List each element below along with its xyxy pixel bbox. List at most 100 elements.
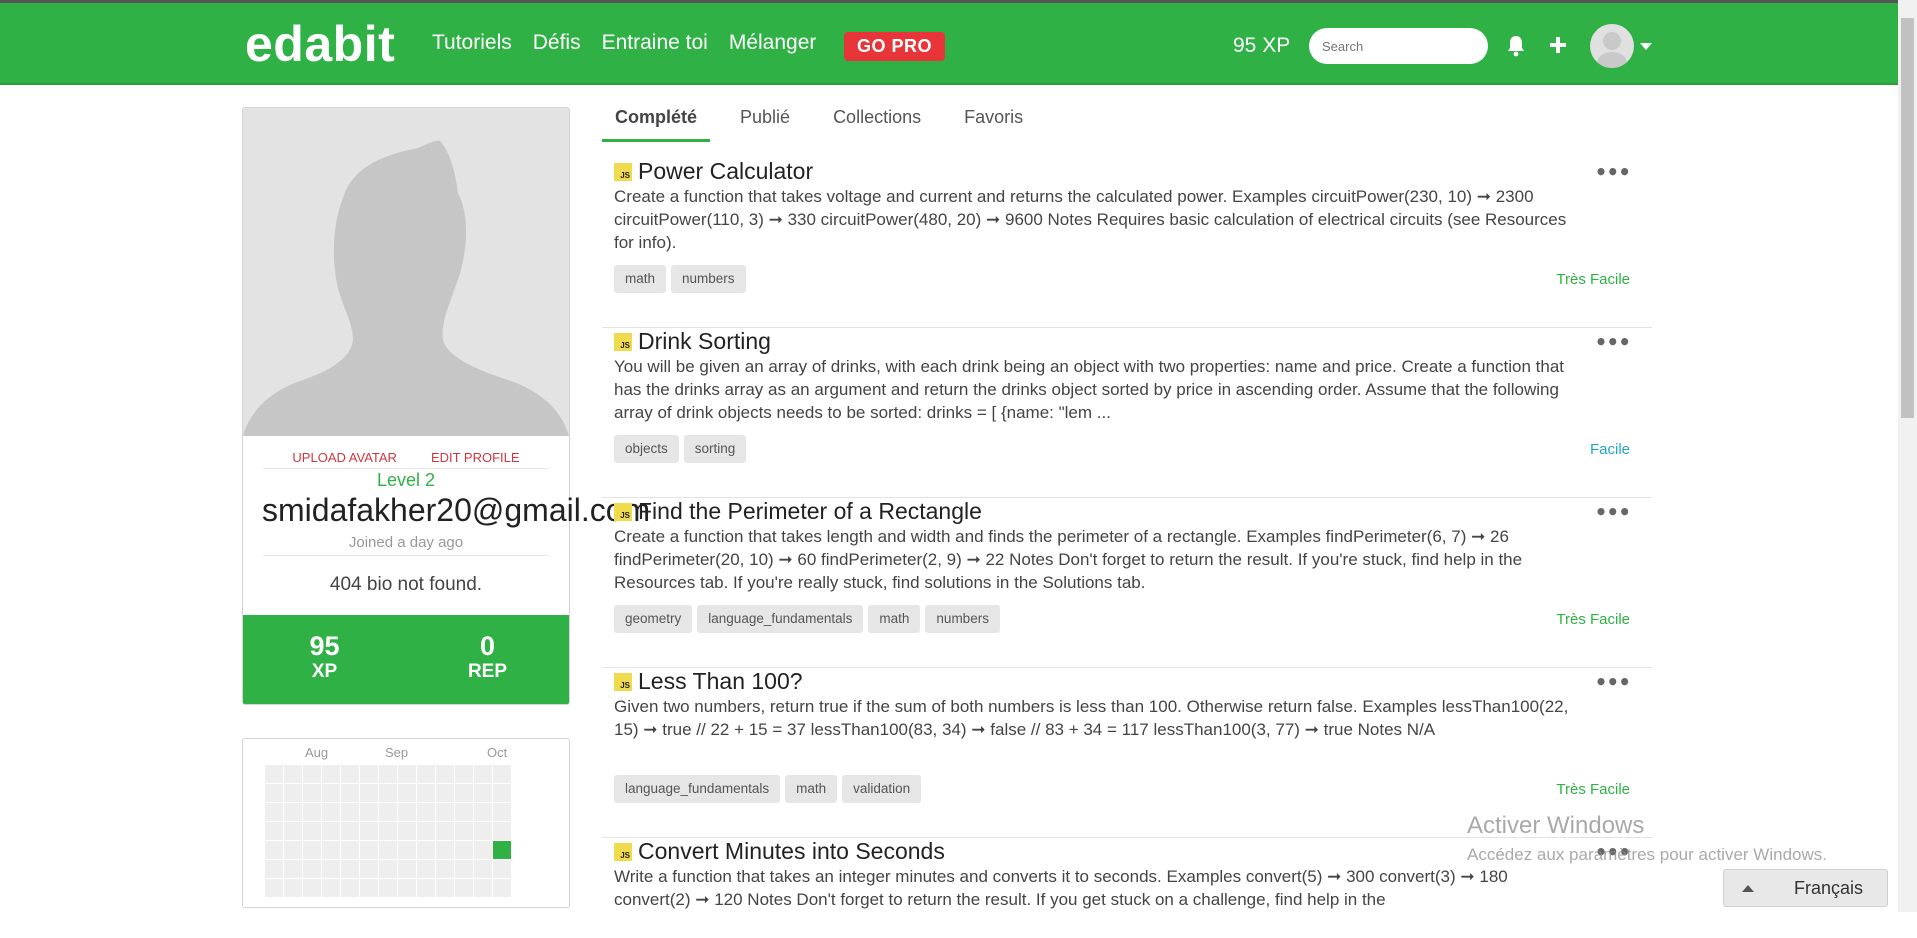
more-options-icon[interactable]: ••• [1595,500,1631,524]
heatmap-cell [436,803,454,821]
joined-date: Joined a day ago [263,534,549,556]
upload-avatar-link[interactable]: UPLOAD AVATAR [292,450,397,468]
tag-chip[interactable]: sorting [683,435,747,463]
tab-complete[interactable]: Complété [602,104,711,142]
challenge-title[interactable]: Less Than 100? [638,668,803,695]
challenge-title-row: JS Power Calculator [614,158,813,185]
user-bio: 404 bio not found. [329,574,483,595]
heatmap-cell [474,860,492,878]
more-options-icon[interactable]: ••• [1595,330,1631,354]
challenge-description: Create a function that takes voltage and… [614,187,1567,252]
challenge-card[interactable]: JS Power Calculator ••• Create a function t… [602,158,1652,328]
heatmap-cell [436,879,454,897]
nav-xp-counter: 95 XP [1233,34,1291,57]
tag-chip[interactable]: math [785,775,838,803]
nav-link-entraine-toi[interactable]: Entraine toi [602,31,708,55]
challenge-title-row: JS Convert Minutes into Seconds [614,838,945,865]
nav-link-tutoriels[interactable]: Tutoriels [432,31,512,55]
plus-icon[interactable] [1547,33,1569,57]
nav-link-melanger[interactable]: Mélanger [729,31,817,55]
heatmap-cell [493,841,511,859]
heatmap-cell [417,784,435,802]
heatmap-cell [417,879,435,897]
avatar-actions: UPLOAD AVATAR EDIT PROFILE [263,436,549,469]
heatmap-cell [474,784,492,802]
user-level: Level 2 [376,470,436,490]
tag-chip[interactable]: geometry [614,605,693,633]
heatmap-cell [303,860,321,878]
heatmap-cell [265,841,283,859]
tag-chip[interactable]: numbers [925,605,1000,633]
heatmap-cell [398,765,416,783]
heatmap-cell [398,803,416,821]
heatmap-cell [436,822,454,840]
heatmap-cell [436,841,454,859]
profile-tabs: Complété Publié Collections Favoris [602,104,1652,142]
search-input[interactable] [1309,28,1488,64]
language-label: Français [1794,877,1864,898]
tag-chip[interactable]: language_fundamentals [614,775,781,803]
heatmap-cell [436,765,454,783]
heatmap-cell [360,803,378,821]
challenge-card[interactable]: JS Find the Perimeter of a Rectangle ••• Cr… [602,498,1652,668]
heatmap-cell [284,784,302,802]
edit-profile-link[interactable]: EDIT PROFILE [431,450,520,468]
month-label: Aug [305,745,329,760]
heatmap-cell [455,860,473,878]
challenge-tags: objects sorting [614,435,747,463]
heatmap-cell [455,879,473,897]
chevron-down-icon[interactable] [1640,43,1652,50]
edabit-logo[interactable]: edabit [245,15,395,73]
javascript-icon: JS [614,842,632,861]
heatmap-cell [398,879,416,897]
heatmap-cell [379,879,397,897]
challenge-card[interactable]: JS Drink Sorting ••• You will be given an a… [602,328,1652,498]
tag-chip[interactable]: math [614,265,667,293]
challenge-title[interactable]: Convert Minutes into Seconds [638,838,945,865]
tag-chip[interactable]: math [868,605,921,633]
heatmap-cell [265,822,283,840]
heatmap-cell [493,765,511,783]
tag-chip[interactable]: objects [614,435,679,463]
month-label: Sep [385,745,409,760]
challenge-title[interactable]: Drink Sorting [638,328,771,355]
tab-collections[interactable]: Collections [820,104,934,142]
heatmap-cell [417,765,435,783]
tab-favoris[interactable]: Favoris [951,104,1036,142]
language-selector[interactable]: Français [1723,869,1888,907]
more-options-icon[interactable]: ••• [1595,160,1631,184]
heatmap-cell [360,841,378,859]
scrollbar-thumb[interactable] [1901,18,1914,418]
bell-icon[interactable] [1505,34,1527,58]
heatmap-cell [360,879,378,897]
tab-publie[interactable]: Publié [727,104,803,142]
heatmap-cell [341,822,359,840]
heatmap-cell [360,822,378,840]
chevron-up-icon [1742,884,1754,892]
tag-chip[interactable]: numbers [671,265,746,293]
heatmap-cell [455,765,473,783]
windows-activation-subtitle: Accédez aux paramètres pour activer Wind… [1467,845,1827,864]
language-badge: JS [620,170,630,180]
nav-links: Tutoriels Défis Entraine toi Mélanger [432,31,837,55]
more-options-icon[interactable]: ••• [1595,670,1631,694]
activity-heatmap: Aug Sep Oct [242,738,570,908]
challenge-title[interactable]: Power Calculator [638,158,813,185]
rep-stat-label: REP [467,661,508,682]
user-avatar-nav[interactable] [1590,24,1634,68]
challenge-title-row: JS Drink Sorting [614,328,771,355]
profile-avatar [243,108,569,436]
tag-chip[interactable]: language_fundamentals [697,605,864,633]
language-badge: JS [620,850,630,860]
heatmap-cell [303,822,321,840]
nav-link-defis[interactable]: Défis [533,31,581,55]
go-pro-button[interactable]: GO PRO [844,32,946,61]
challenge-title-row: JS Less Than 100? [614,668,803,695]
heatmap-cell [379,860,397,878]
heatmap-cell [474,841,492,859]
challenge-title[interactable]: Find the Perimeter of a Rectangle [638,498,982,525]
heatmap-cell [474,822,492,840]
heatmap-cell [379,803,397,821]
heatmap-cell [341,879,359,897]
tag-chip[interactable]: validation [842,775,922,803]
